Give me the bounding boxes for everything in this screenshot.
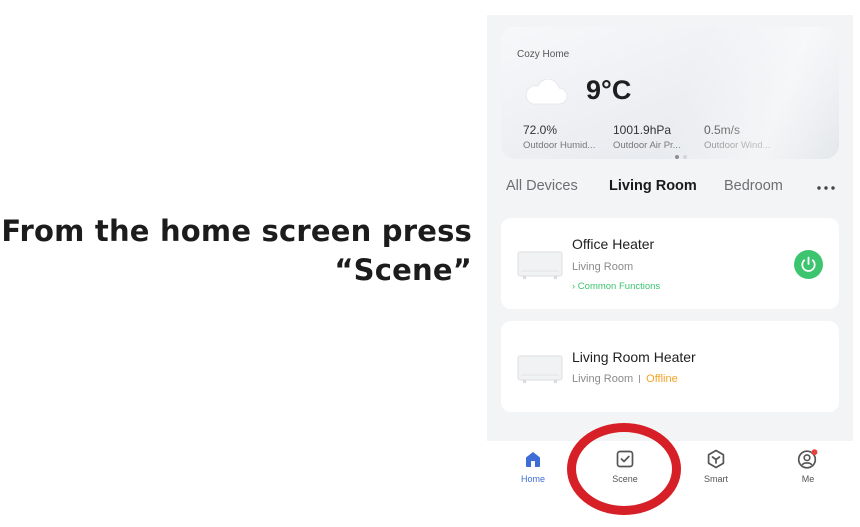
smart-icon bbox=[707, 449, 725, 469]
cloud-icon bbox=[525, 79, 567, 105]
device-room-status: Living Room Offline bbox=[572, 373, 678, 385]
nav-smart[interactable]: Smart bbox=[686, 449, 746, 484]
weather-card[interactable]: Cozy Home 9°C 72.0% Outdoor Humid... 100… bbox=[501, 27, 839, 159]
tab-living-room[interactable]: Living Room bbox=[609, 178, 697, 194]
device-name: Office Heater bbox=[572, 236, 655, 252]
more-icon[interactable] bbox=[817, 186, 835, 190]
tab-bedroom[interactable]: Bedroom bbox=[724, 178, 783, 194]
instruction-line-1: From the home screen press bbox=[1, 214, 472, 248]
stat-label: Outdoor Wind... bbox=[704, 140, 771, 151]
stat-value: 1001.9hPa bbox=[613, 123, 672, 137]
device-room: Living Room bbox=[572, 373, 634, 385]
home-icon bbox=[526, 452, 540, 467]
phone-screen: Cozy Home 9°C 72.0% Outdoor Humid... 100… bbox=[487, 15, 853, 527]
device-card-living-room-heater[interactable]: Living Room Heater Living Room Offline bbox=[501, 321, 839, 412]
stat-label: Outdoor Humid... bbox=[523, 140, 596, 151]
heater-image bbox=[517, 355, 563, 383]
instruction-line-2: “Scene” bbox=[334, 253, 472, 287]
tab-all-devices[interactable]: All Devices bbox=[506, 178, 578, 194]
nav-label: Me bbox=[801, 474, 815, 484]
nav-label: Home bbox=[520, 474, 545, 484]
carousel-dot bbox=[683, 155, 687, 159]
room-tabs: All Devices Living Room Bedroom bbox=[506, 178, 846, 198]
scene-icon bbox=[616, 450, 634, 468]
power-button[interactable] bbox=[794, 250, 823, 279]
stat-air-pressure: 1001.9hPa Outdoor Air Pr... bbox=[613, 123, 697, 151]
stat-value: 72.0% bbox=[523, 123, 558, 137]
nav-me[interactable]: Me bbox=[778, 449, 838, 484]
nav-scene[interactable]: Scene bbox=[595, 449, 655, 484]
common-functions-link[interactable]: › Common Functions bbox=[572, 281, 660, 292]
offline-status: Offline bbox=[646, 373, 678, 385]
home-name[interactable]: Cozy Home bbox=[517, 49, 569, 60]
stat-wind: 0.5m/s Outdoor Wind... bbox=[704, 123, 788, 151]
profile-icon bbox=[797, 449, 818, 469]
nav-label: Smart bbox=[703, 474, 728, 484]
carousel-indicator bbox=[675, 155, 687, 159]
notification-badge bbox=[811, 449, 818, 456]
power-icon bbox=[801, 256, 816, 272]
temperature: 9°C bbox=[586, 75, 632, 105]
device-room: Living Room bbox=[572, 261, 634, 273]
stat-label: Outdoor Air Pr... bbox=[613, 140, 681, 151]
carousel-dot-active bbox=[675, 155, 679, 159]
nav-label: Scene bbox=[612, 474, 638, 484]
heater-image bbox=[517, 251, 563, 279]
instruction-text: From the home screen press “Scene” bbox=[0, 212, 472, 290]
device-name: Living Room Heater bbox=[572, 349, 696, 365]
stat-humidity: 72.0% Outdoor Humid... bbox=[523, 123, 607, 151]
stat-value: 0.5m/s bbox=[704, 123, 741, 137]
separator bbox=[639, 375, 641, 384]
bottom-nav: Home Scene Smart Me bbox=[487, 441, 853, 527]
device-card-office-heater[interactable]: Office Heater Living Room › Common Funct… bbox=[501, 218, 839, 309]
nav-home[interactable]: Home bbox=[503, 449, 563, 484]
